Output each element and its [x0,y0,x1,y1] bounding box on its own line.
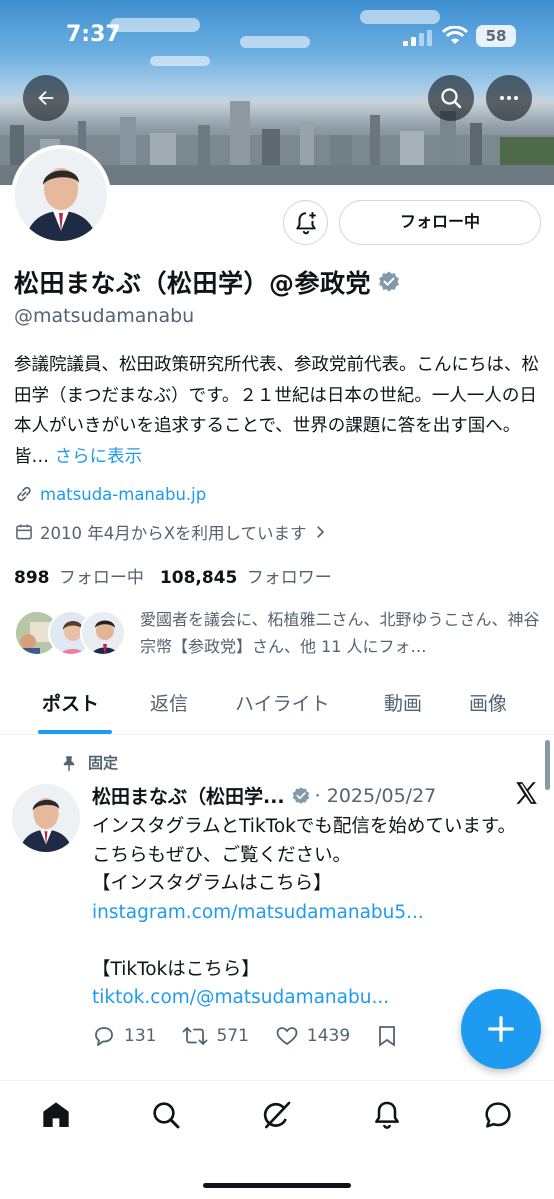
verified-badge-icon[interactable] [377,270,401,294]
person-portrait-icon [15,149,107,241]
profile-tabs: ポスト 返信 ハイライト 動画 画像 [0,680,554,735]
tab-media[interactable]: 画像 [469,689,507,716]
home-icon [43,1102,69,1127]
x-logo-icon [516,782,537,804]
known-followers-avatars[interactable] [14,606,132,658]
nav-messages[interactable] [478,1095,518,1135]
follow-counts: 898 フォロー中 108,845 フォロワー [14,563,348,588]
home-indicator [203,1183,351,1188]
nav-notifications[interactable] [367,1095,407,1135]
pin-icon [63,755,75,771]
post-date[interactable]: · 2025/05/27 [315,785,437,807]
known-followers-text[interactable]: 愛國者を議会に、柘植雅二さん、北野ゆうこさん、神谷宗幣【参政党】さん、他 11 … [140,606,540,660]
post-author-avatar[interactable] [12,784,80,852]
like-count: 1439 [306,1026,351,1046]
followers-count: 108,845 [159,568,238,588]
post-text-part-2: 【TikTokはこちら】 [92,958,260,980]
explore-icon [153,1102,180,1129]
nav-explore[interactable] [146,1095,186,1135]
reply-button[interactable]: 131 [92,1024,156,1048]
chevron-right-icon [316,526,324,538]
repost-count: 571 [216,1026,249,1046]
like-icon [276,1027,298,1046]
followers-count-link[interactable]: 108,845 フォロワー [160,563,332,588]
nav-grok[interactable] [257,1095,297,1135]
profile-display-name: 松田まなぶ（松田学）@参政党 [14,269,372,298]
following-count: 898 [14,568,50,588]
status-bar: 7:37 58 [0,0,554,70]
post-header: 松田まなぶ（松田学... · 2025/05/27 [92,782,436,809]
verified-badge-icon [292,786,309,804]
bookmark-icon [379,1026,396,1047]
profile-avatar[interactable] [11,145,111,245]
tab-posts[interactable]: ポスト [42,689,99,716]
tab-highlights[interactable]: ハイライト [235,689,330,716]
compose-button[interactable] [461,989,541,1069]
back-arrow-icon [38,90,54,106]
messages-icon [485,1102,511,1128]
post-actions: 131 571 1439 [92,1024,424,1048]
scrollbar[interactable] [545,740,550,790]
show-more-link[interactable]: さらに表示 [55,447,143,467]
wifi-icon [442,26,468,44]
notifications-icon [375,1101,399,1129]
joined-date: 2010 年4月からXを利用しています [40,524,307,543]
tab-replies[interactable]: 返信 [150,689,188,716]
status-time: 7:37 [66,22,121,47]
back-button[interactable] [23,75,69,121]
reply-count: 131 [124,1026,157,1046]
notify-button[interactable] [283,200,328,245]
tab-videos[interactable]: 動画 [384,689,422,716]
notify-plus-icon [295,211,316,234]
pinned-indicator: 固定 [60,752,118,773]
bottom-navigation [0,1080,554,1199]
cellular-signal-icon [403,30,432,46]
follower-avatar [80,610,126,656]
link-icon [17,486,31,502]
repost-button[interactable]: 571 [182,1024,249,1048]
calendar-icon [16,524,32,540]
following-button[interactable]: フォロー中 [339,200,541,245]
bookmark-button[interactable] [376,1024,398,1048]
post-text: インスタグラムとTikTokでも配信を始めています。こちらもぜひ、ご覧ください。… [92,813,532,1013]
battery-indicator: 58 [476,25,516,47]
like-button[interactable]: 1439 [275,1024,350,1048]
website-link[interactable]: matsuda-manabu.jp [40,485,206,504]
joined-row[interactable]: 2010 年4月からXを利用しています [14,520,329,544]
profile-name-row: 松田まなぶ（松田学）@参政党 [14,264,401,300]
instagram-link[interactable]: instagram.com/matsudamanabu5... [92,902,424,923]
profile-bio: 参議院議員、松田政策研究所代表、参政党前代表。こんにちは、松田学（まつだまなぶ）… [14,350,544,472]
tiktok-link[interactable]: tiktok.com/@matsudamanabu... [92,987,389,1008]
website-row: matsuda-manabu.jp [14,484,206,504]
profile-handle: @matsudamanabu [14,305,195,327]
nav-home[interactable] [36,1095,76,1135]
following-label: フォロー中 [58,568,144,588]
following-count-link[interactable]: 898 フォロー中 [14,563,144,588]
search-button[interactable] [428,75,474,121]
reply-icon [95,1027,113,1046]
active-tab-indicator [38,730,112,734]
post-author-name[interactable]: 松田まなぶ（松田学... [92,782,285,809]
person-portrait-icon [12,784,80,852]
more-options-button[interactable] [486,75,532,121]
post-text-part-1: インスタグラムとTikTokでも配信を始めています。こちらもぜひ、ご覧ください。… [92,816,517,894]
pinned-label: 固定 [88,754,119,772]
followers-label: フォロワー [246,568,332,588]
more-icon [500,96,518,100]
repost-icon [183,1027,208,1045]
compose-plus-icon [488,1016,514,1042]
grok-icon [263,1101,291,1129]
search-icon [441,88,462,109]
